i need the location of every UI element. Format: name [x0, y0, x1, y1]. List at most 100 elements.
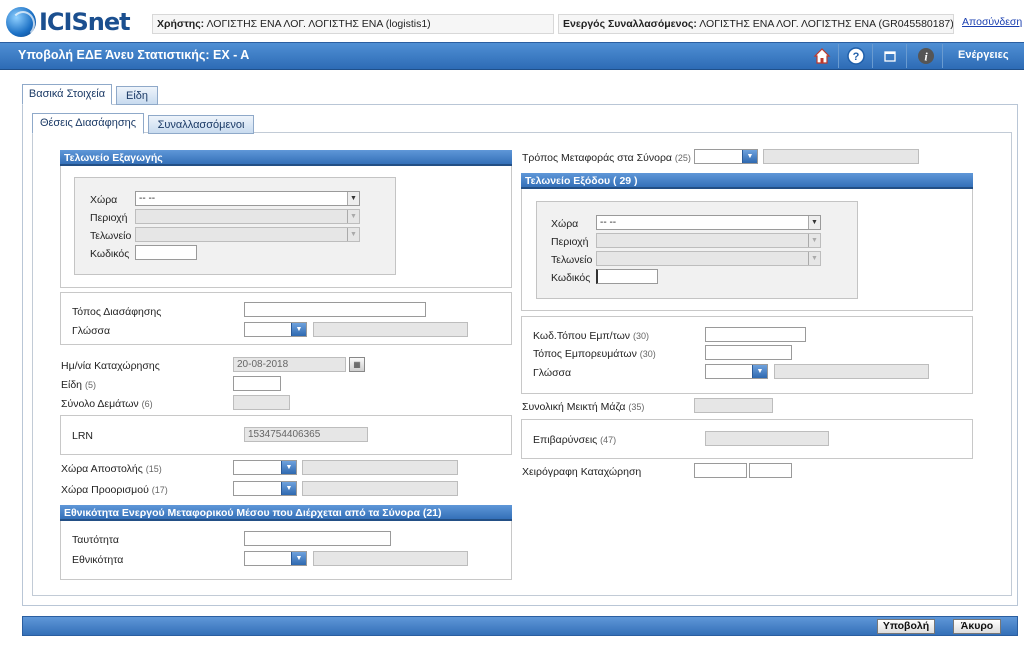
- help-icon[interactable]: ?: [846, 46, 866, 66]
- goods-place-label-text: Τόπος Εμπορευμάτων: [533, 348, 637, 360]
- charges-label-num: (47): [600, 435, 617, 445]
- goods-place-code-label: Κωδ.Τόπου Εμπ/των (30): [533, 330, 649, 342]
- transport-mode-select[interactable]: ▼: [694, 149, 758, 164]
- chevron-down-icon: ▼: [281, 461, 296, 474]
- exit-code-input[interactable]: [596, 269, 658, 284]
- manual-registration-input-2[interactable]: [749, 463, 792, 478]
- goods-place-label-num: (30): [639, 349, 656, 359]
- gross-mass-label-num: (35): [628, 402, 645, 412]
- home-icon[interactable]: [812, 46, 832, 66]
- transport-mode-label-text: Τρόπος Μεταφοράς στα Σύνορα: [522, 152, 672, 164]
- manual-registration-label: Χειρόγραφη Καταχώρηση: [522, 466, 642, 478]
- trader-info: Ενεργός Συναλλασόμενος: ΛΟΓΙΣΤΗΣ ΕΝΑ ΛΟΓ…: [558, 14, 954, 34]
- items-input[interactable]: [233, 376, 281, 391]
- user-info: Χρήστης: ΛΟΓΙΣΤΗΣ ΕΝΑ ΛΟΓ. ΛΟΓΙΣΤΗΣ ΕΝΑ …: [152, 14, 554, 34]
- lrn-input: 1534754406365: [244, 427, 368, 442]
- gross-mass-label: Συνολική Μεικτή Μάζα (35): [522, 401, 644, 413]
- svg-text:?: ?: [853, 51, 860, 63]
- exit-office-label: Τελωνείο: [551, 254, 593, 266]
- dispatch-country-label-num: (15): [145, 464, 162, 474]
- export-office-select[interactable]: ▼: [135, 227, 360, 242]
- export-code-input[interactable]: [135, 245, 197, 260]
- toolbar-separator: [838, 44, 839, 68]
- export-country-select[interactable]: -- -- ▼: [135, 191, 360, 206]
- transport-mode-label: Τρόπος Μεταφοράς στα Σύνορα (25): [522, 152, 691, 164]
- toolbar-separator: [942, 44, 943, 68]
- user-label: Χρήστης:: [157, 18, 205, 30]
- user-value: ΛΟΓΙΣΤΗΣ ΕΝΑ ΛΟΓ. ΛΟΓΙΣΤΗΣ ΕΝΑ (logistis…: [206, 18, 431, 30]
- logo: ICISnet: [6, 6, 131, 38]
- logo-text: ICISnet: [39, 8, 131, 36]
- chevron-down-icon: ▼: [347, 192, 359, 205]
- items-label-text: Είδη: [61, 379, 83, 391]
- destination-country-description: [302, 481, 458, 496]
- destination-country-label: Χώρα Προορισμού (17): [61, 484, 168, 496]
- charges-input: [705, 431, 829, 446]
- declaration-place-input[interactable]: [244, 302, 426, 317]
- chevron-down-icon: ▼: [752, 365, 767, 378]
- globe-logo-icon: [6, 7, 36, 37]
- tab-basic-info[interactable]: Βασικά Στοιχεία: [22, 84, 112, 105]
- packages-label-text: Σύνολο Δεμάτων: [61, 398, 139, 410]
- identity-input[interactable]: [244, 531, 391, 546]
- trader-label: Ενεργός Συναλλασόμενος:: [563, 18, 697, 30]
- tab-parties[interactable]: Συναλλασσόμενοι: [148, 115, 254, 134]
- tab-declaration-positions[interactable]: Θέσεις Διασάφησης: [32, 113, 144, 134]
- actions-menu[interactable]: Ενέργειες: [958, 49, 1009, 61]
- identity-label: Ταυτότητα: [72, 534, 119, 546]
- items-label-num: (5): [84, 380, 96, 390]
- calendar-icon[interactable]: ▦: [349, 357, 365, 372]
- logout-link[interactable]: Αποσύνδεση: [962, 16, 1022, 28]
- chevron-down-icon: ▼: [808, 216, 820, 229]
- destination-country-select[interactable]: ▼: [233, 481, 297, 496]
- exit-region-select[interactable]: ▼: [596, 233, 821, 248]
- charges-label-text: Επιβαρύνσεις: [533, 434, 598, 446]
- gross-mass-input: [694, 398, 773, 413]
- dispatch-country-select[interactable]: ▼: [233, 460, 297, 475]
- export-region-select[interactable]: ▼: [135, 209, 360, 224]
- goods-place-input[interactable]: [705, 345, 792, 360]
- registration-date-input[interactable]: 20-08-2018: [233, 357, 346, 372]
- manual-registration-input-1[interactable]: [694, 463, 747, 478]
- destination-country-label-num: (17): [151, 485, 168, 495]
- goods-language-description: [774, 364, 929, 379]
- exit-office-select[interactable]: ▼: [596, 251, 821, 266]
- chevron-down-icon: ▼: [281, 482, 296, 495]
- dispatch-country-description: [302, 460, 458, 475]
- chevron-down-icon: ▼: [808, 252, 820, 265]
- declaration-place-label: Τόπος Διασάφησης: [72, 306, 162, 318]
- items-label: Είδη (5): [61, 379, 96, 391]
- cancel-button[interactable]: Άκυρο: [953, 619, 1001, 634]
- export-code-label: Κωδικός: [90, 248, 130, 260]
- chevron-down-icon: ▼: [808, 234, 820, 247]
- dispatch-country-label-text: Χώρα Αποστολής: [61, 463, 143, 475]
- exit-office-header: Τελωνείο Εξόδου ( 29 ): [521, 173, 973, 189]
- chevron-down-icon: ▼: [347, 228, 359, 241]
- submit-button[interactable]: Υποβολή: [877, 619, 935, 634]
- nationality-header: Εθνικότητα Ενεργού Μεταφορικού Μέσου που…: [60, 505, 512, 521]
- nationality-select[interactable]: ▼: [244, 551, 307, 566]
- exit-country-select[interactable]: -- -- ▼: [596, 215, 821, 230]
- toolbar-separator: [906, 44, 907, 68]
- goods-place-code-input[interactable]: [705, 327, 806, 342]
- toolbar-separator: [872, 44, 873, 68]
- goods-place-label: Τόπος Εμπορευμάτων (30): [533, 348, 656, 360]
- declaration-place-section: [60, 292, 512, 345]
- goods-language-label: Γλώσσα: [533, 367, 572, 379]
- language-select[interactable]: ▼: [244, 322, 307, 337]
- language-label: Γλώσσα: [72, 325, 111, 337]
- registration-date-label: Ημ/νία Καταχώρησης: [61, 360, 160, 372]
- tab-items[interactable]: Είδη: [116, 86, 158, 105]
- chevron-down-icon: ▼: [291, 323, 306, 336]
- packages-label: Σύνολο Δεμάτων (6): [61, 398, 153, 410]
- bottom-action-bar: [22, 616, 1018, 636]
- exit-country-value: -- --: [600, 217, 617, 228]
- packages-input: [233, 395, 290, 410]
- window-icon[interactable]: [880, 46, 900, 66]
- nationality-label: Εθνικότητα: [72, 554, 124, 566]
- destination-country-label-text: Χώρα Προορισμού: [61, 484, 149, 496]
- info-icon[interactable]: i: [916, 46, 936, 66]
- dispatch-country-label: Χώρα Αποστολής (15): [61, 463, 162, 475]
- goods-language-select[interactable]: ▼: [705, 364, 768, 379]
- transport-mode-description: [763, 149, 919, 164]
